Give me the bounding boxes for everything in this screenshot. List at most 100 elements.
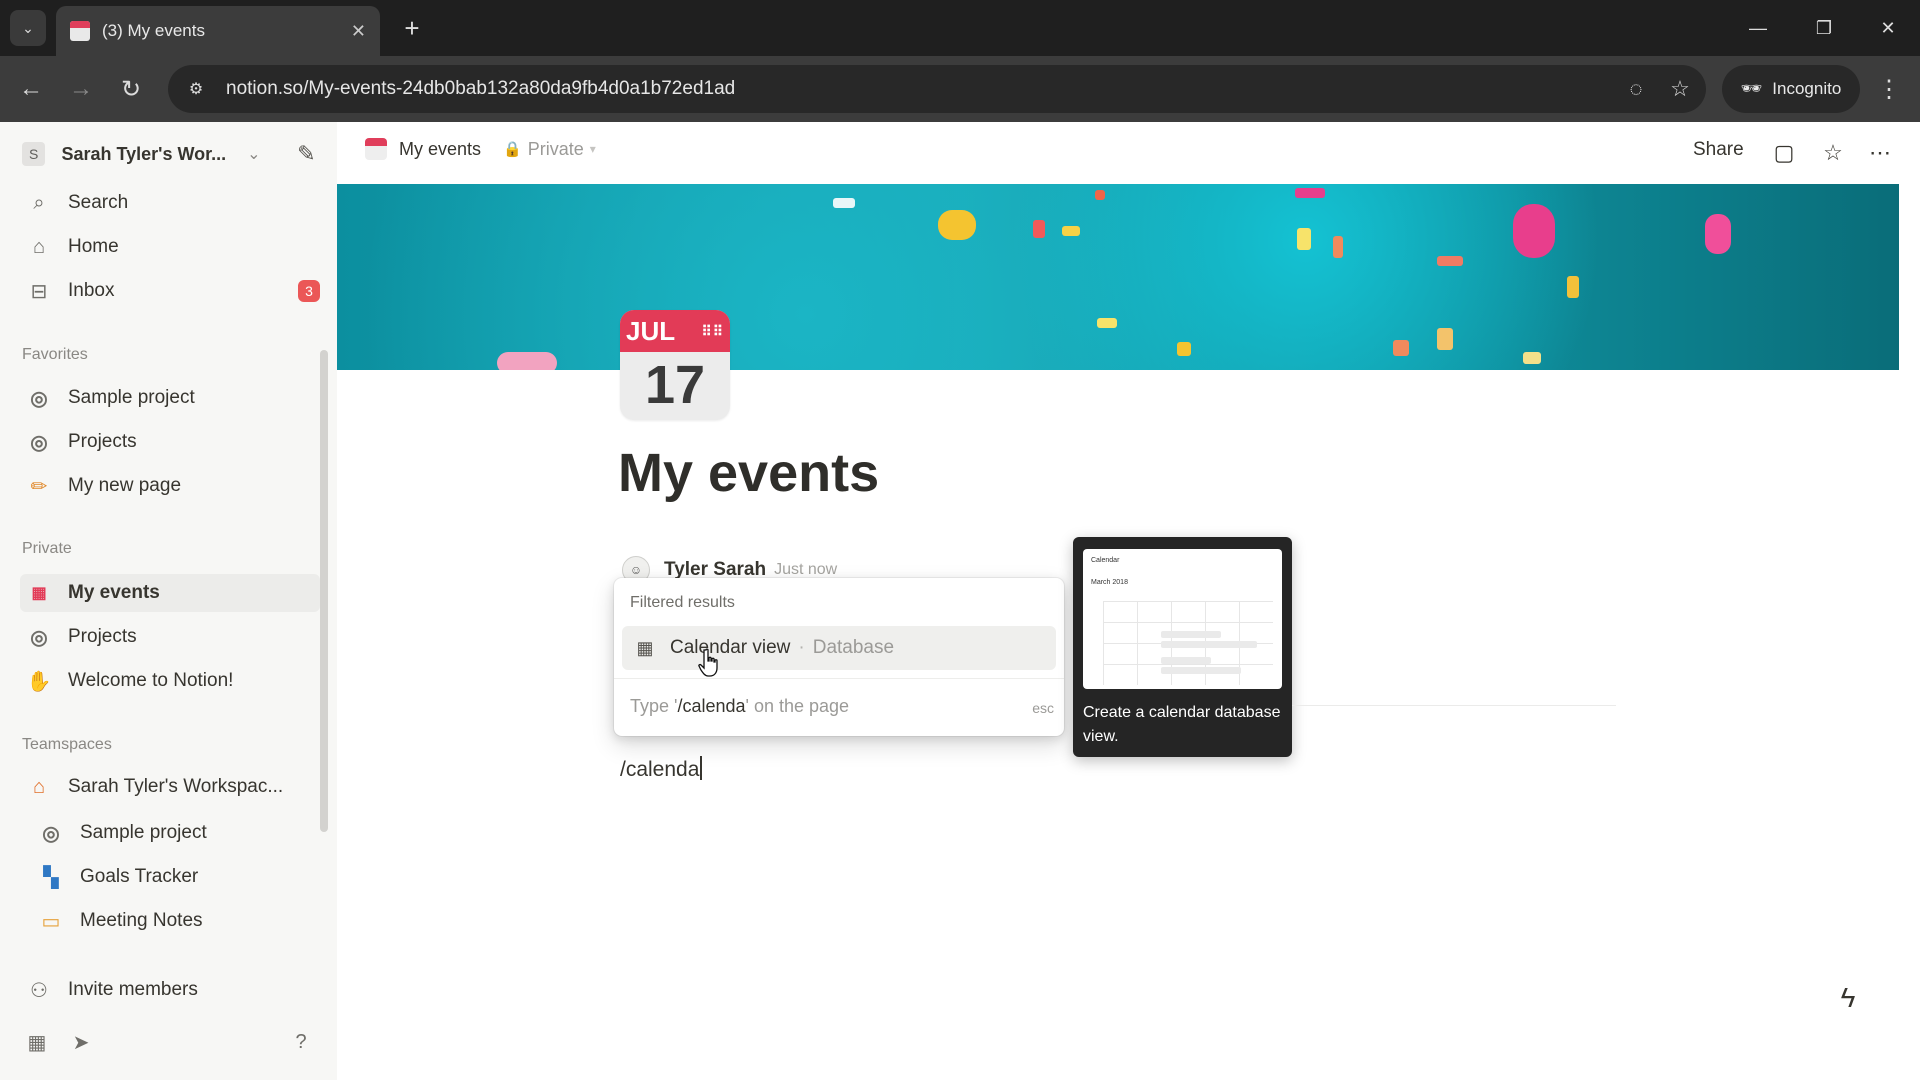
new-tab-button[interactable]: + — [396, 12, 428, 44]
sidebar-item-label: Projects — [68, 626, 137, 647]
new-page-icon[interactable]: ✎ — [293, 140, 320, 168]
favorites-heading[interactable]: Favorites — [22, 346, 88, 364]
url-text[interactable]: notion.so/My-events-24db0bab132a80da9fb4… — [226, 78, 1618, 100]
sidebar-item-label: Meeting Notes — [80, 910, 203, 931]
search-icon: ⌕ — [33, 191, 45, 214]
wave-icon: ✋ — [26, 670, 52, 693]
teamspace-home-icon: ⌂ — [32, 775, 46, 798]
teamspaces-heading[interactable]: Teamspaces — [22, 736, 112, 754]
thumb-title: Calendar — [1091, 557, 1120, 564]
invite-members-button[interactable]: ⚇ Invite members — [20, 971, 320, 1009]
calendar-dots-icon: ⠿⠿ — [701, 323, 724, 339]
notes-icon: ▭ — [41, 910, 61, 933]
comments-icon[interactable]: ▢ — [1767, 136, 1801, 170]
tab-close-icon[interactable]: ✕ — [351, 21, 366, 42]
thumb-event — [1161, 641, 1257, 648]
breadcrumb-title[interactable]: My events — [399, 139, 481, 160]
preview-description: Create a calendar database view. — [1083, 704, 1281, 745]
reload-icon[interactable]: ↻ — [112, 70, 150, 108]
eye-off-icon[interactable]: ◌ — [1618, 71, 1654, 107]
calendar-icon: ▦ — [31, 585, 47, 602]
sidebar-item-inbox[interactable]: ⊟ Inbox 3 — [20, 272, 320, 310]
hint-query: /calenda — [677, 696, 746, 716]
workspace-switcher[interactable]: S Sarah Tyler's Wor... ⌄ ✎ — [22, 138, 320, 170]
browser-toolbar: ← → ↻ ⚙ notion.so/My-events-24db0bab132a… — [0, 56, 1920, 122]
privacy-label[interactable]: Private — [528, 139, 584, 160]
calendar-month-band: JUL ⠿⠿ — [620, 310, 730, 352]
share-button[interactable]: Share — [1693, 139, 1744, 161]
browser-tab[interactable]: (3) My events ✕ — [56, 6, 380, 56]
sidebar-item-welcome[interactable]: ✋ Welcome to Notion! — [20, 662, 320, 700]
favorite-star-icon[interactable]: ☆ — [1816, 136, 1850, 170]
calendar-icon — [365, 138, 387, 160]
sidebar-item-teamspace[interactable]: ⌂ Sarah Tyler's Workspac... — [20, 768, 320, 806]
sidebar-item-label: My new page — [68, 475, 182, 496]
sidebar-scrollbar[interactable] — [320, 350, 328, 832]
bookmark-star-icon[interactable]: ☆ — [1662, 71, 1698, 107]
restore-button[interactable]: ❐ — [1804, 10, 1844, 46]
sidebar-item-search[interactable]: ⌕ Search — [20, 184, 320, 222]
menu-hint[interactable]: Type '/calenda' on the page — [630, 696, 849, 717]
calendar-app-icon[interactable]: ▦ — [22, 1027, 52, 1057]
project-icon: ◎ — [42, 822, 60, 845]
send-icon[interactable]: ➤ — [66, 1027, 96, 1057]
back-arrow-icon[interactable]: ← — [12, 70, 50, 108]
comment-time: Just now — [774, 561, 838, 578]
private-heading[interactable]: Private — [22, 540, 72, 558]
sidebar-item-my-events[interactable]: ▦ My events — [20, 574, 320, 612]
sidebar-item-team-sample-project[interactable]: ◎ Sample project — [32, 814, 320, 852]
workspace-avatar: S — [22, 142, 46, 166]
calendar-icon: ▦ — [636, 637, 654, 658]
option-preview-tooltip: Calendar March 2018 Create a calendar da… — [1073, 537, 1292, 757]
menu-divider — [614, 678, 1064, 679]
more-options-icon[interactable]: ⋯ — [1863, 136, 1897, 170]
tab-search-button[interactable]: ⌄ — [10, 10, 46, 46]
page-topbar: My events 🔒 Private ▾ Share ▢ ☆ ⋯ — [337, 122, 1920, 184]
sidebar-item-projects[interactable]: ◎ Projects — [20, 423, 320, 461]
project-icon: ◎ — [30, 387, 48, 410]
window-close-button[interactable]: ✕ — [1868, 10, 1908, 46]
calendar-view-option[interactable]: ▦ Calendar view · Database — [622, 626, 1056, 670]
esc-hint[interactable]: esc — [1032, 700, 1054, 716]
sidebar-item-my-new-page[interactable]: ✏ My new page — [20, 467, 320, 505]
incognito-label: Incognito — [1772, 79, 1842, 98]
sidebar-item-home[interactable]: ⌂ Home — [20, 228, 320, 266]
page-title[interactable]: My events — [618, 442, 879, 504]
option-label: Calendar view — [670, 637, 791, 658]
sidebar-item-label: Inbox — [68, 280, 115, 301]
calendar-day: 17 — [644, 355, 706, 415]
minimize-button[interactable]: — — [1738, 10, 1778, 46]
invite-members-label: Invite members — [68, 979, 198, 1000]
option-type: Database — [812, 637, 895, 658]
thumb-event — [1161, 631, 1221, 638]
typed-command: /calenda — [620, 758, 700, 781]
invite-user-icon: ⚇ — [30, 979, 48, 1002]
home-icon: ⌂ — [32, 235, 46, 258]
sidebar-item-projects-private[interactable]: ◎ Projects — [20, 618, 320, 656]
sidebar-item-meeting-notes[interactable]: ▭ Meeting Notes — [32, 902, 320, 940]
hint-prefix: Type ' — [630, 696, 678, 716]
site-info-icon[interactable]: ⚙ — [184, 77, 208, 101]
chevron-down-icon: ▾ — [589, 142, 596, 156]
thumb-month: March 2018 — [1091, 579, 1128, 586]
notion-ai-icon[interactable]: ϟ — [1828, 978, 1868, 1018]
address-bar[interactable]: ⚙ notion.so/My-events-24db0bab132a80da9f… — [168, 65, 1706, 113]
sidebar-item-label: Sample project — [68, 387, 195, 408]
menu-section-heading: Filtered results — [630, 594, 735, 611]
browser-menu-icon[interactable]: ⋮ — [1870, 70, 1908, 108]
goals-icon: ▚ — [43, 866, 59, 889]
thumb-event — [1161, 657, 1211, 664]
thumb-event — [1161, 667, 1241, 674]
help-icon[interactable]: ? — [286, 1027, 316, 1057]
pencil-icon: ✏ — [30, 475, 48, 498]
incognito-indicator[interactable]: 🕶 Incognito — [1722, 65, 1860, 113]
sidebar-item-goals-tracker[interactable]: ▚ Goals Tracker — [32, 858, 320, 896]
editor-typed-text[interactable]: /calenda — [620, 756, 703, 782]
calendar-favicon-icon — [70, 21, 90, 41]
lock-icon: 🔒 — [503, 141, 522, 158]
chevron-down-icon: ⌄ — [247, 146, 261, 163]
forward-arrow-icon[interactable]: → — [62, 70, 100, 108]
breadcrumb[interactable]: My events 🔒 Private ▾ — [365, 138, 596, 160]
sidebar-item-sample-project[interactable]: ◎ Sample project — [20, 379, 320, 417]
page-icon-calendar[interactable]: JUL ⠿⠿ 17 — [620, 310, 730, 420]
